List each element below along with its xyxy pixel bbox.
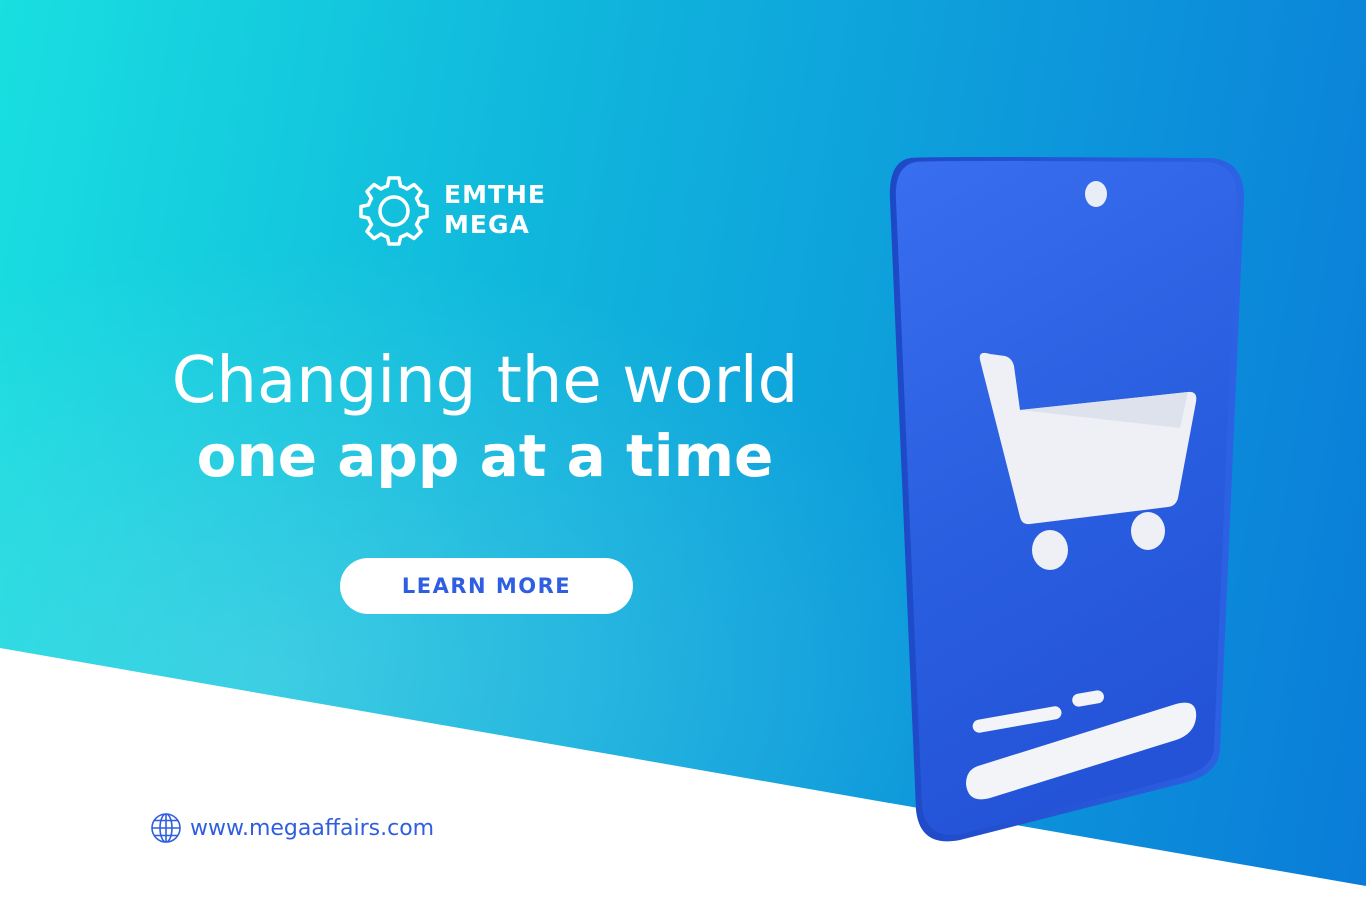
headline-line2: one app at a time xyxy=(196,422,774,490)
brand-name: EMTHE MEGA xyxy=(444,180,546,240)
website-link[interactable]: www.megaaffairs.com xyxy=(150,812,434,844)
learn-more-button[interactable]: LEARN MORE xyxy=(340,558,633,614)
headline-line1: Changing the world xyxy=(171,344,799,418)
phone-camera xyxy=(1085,181,1107,207)
brand-logo: EMTHE MEGA xyxy=(356,172,546,248)
website-url: www.megaaffairs.com xyxy=(190,815,435,841)
globe-icon xyxy=(150,812,182,844)
hero-headline: Changing the world one app at a time xyxy=(140,340,830,490)
brand-name-line2: MEGA xyxy=(444,210,530,239)
phone-illustration xyxy=(880,150,1260,850)
brand-name-line1: EMTHE xyxy=(444,180,547,209)
gear-icon xyxy=(356,172,432,248)
